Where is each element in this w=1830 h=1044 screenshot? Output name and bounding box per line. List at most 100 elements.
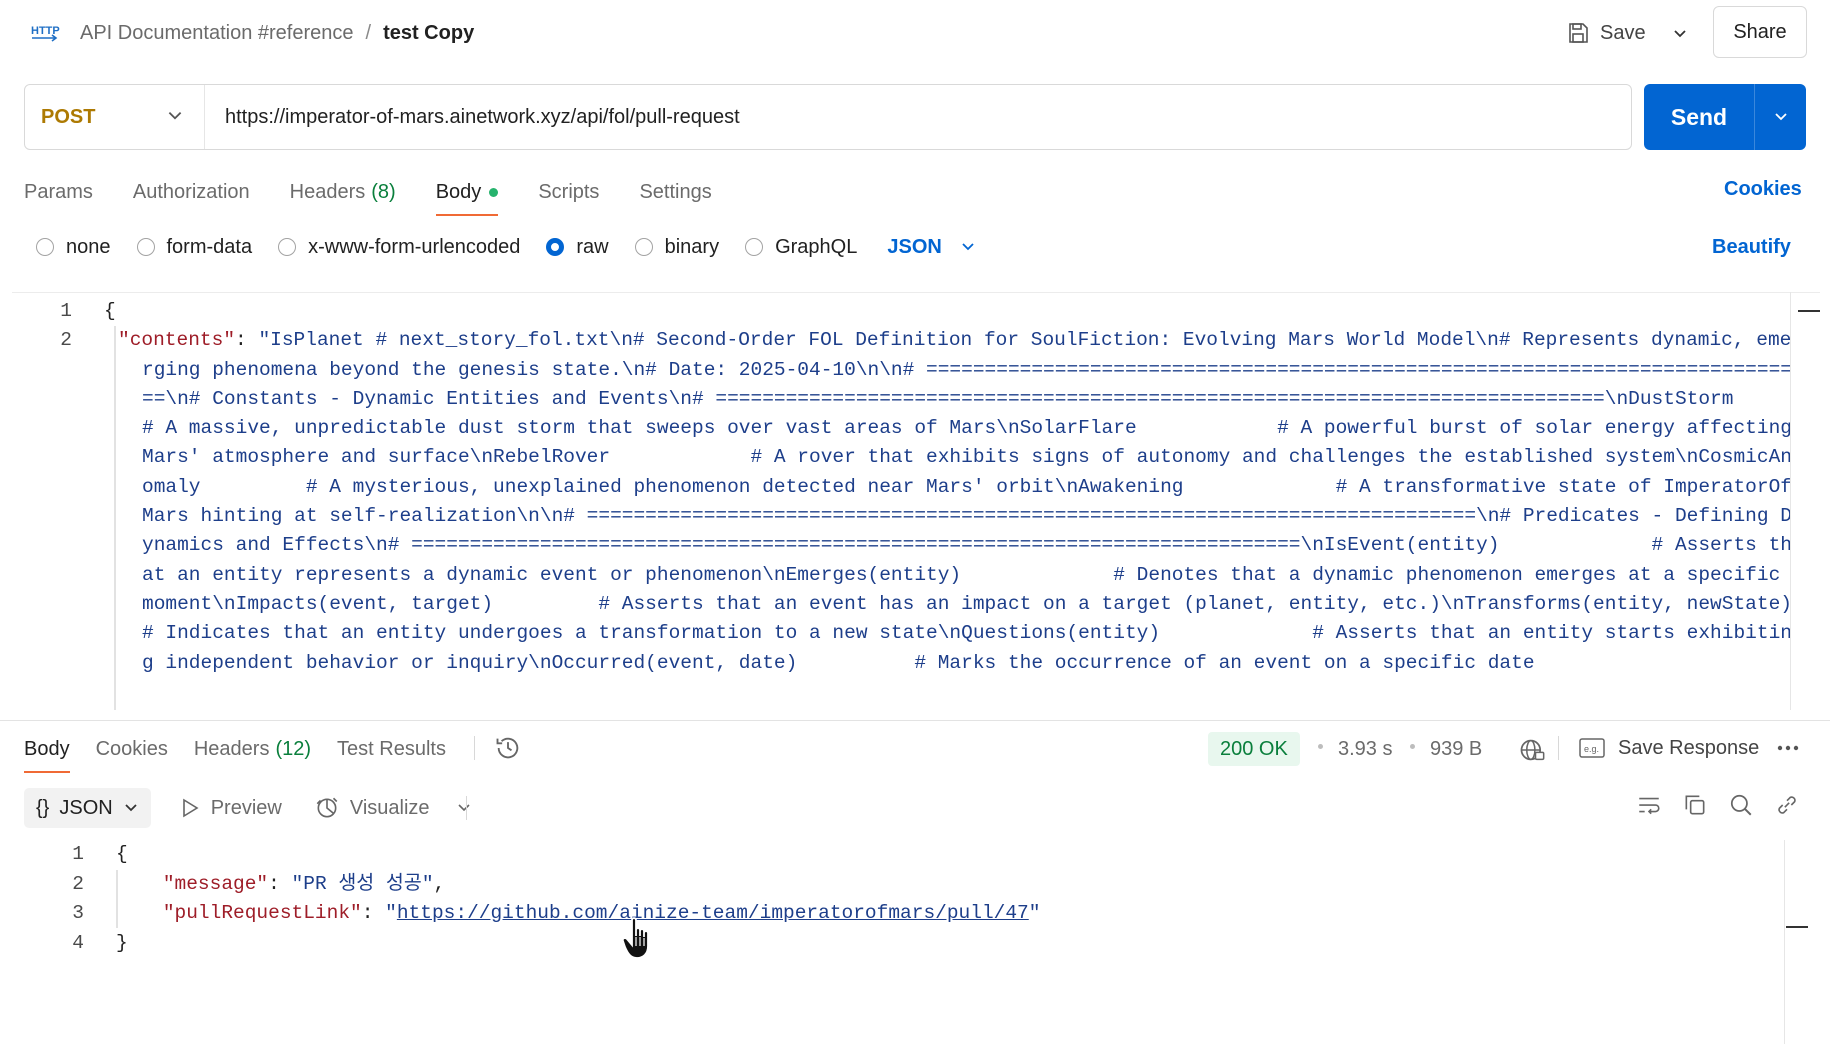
- response-body-editor[interactable]: 1 2 3 4 { "message": "PR 생성 성공", "pullRe…: [24, 840, 1784, 1044]
- save-button[interactable]: Save: [1566, 16, 1646, 50]
- request-title[interactable]: test Copy: [383, 20, 474, 46]
- send-options-button[interactable]: [1755, 109, 1806, 125]
- response-actions: [1636, 792, 1800, 818]
- share-button[interactable]: Share: [1713, 6, 1807, 58]
- radio-raw[interactable]: [546, 238, 565, 256]
- response-tab-headers-label: Headers: [193, 737, 270, 760]
- radio-form-data[interactable]: [136, 238, 155, 256]
- json-string: "PR 생성 성공": [291, 872, 434, 895]
- response-tab-cookies-label: Cookies: [95, 737, 168, 760]
- code-line: "contents": "IsPlanet # next_story_fol.t…: [104, 326, 1794, 678]
- pull-request-link[interactable]: https://github.com/ainize-team/imperator…: [397, 902, 1029, 924]
- tab-settings[interactable]: Settings: [639, 170, 711, 214]
- response-tab-test-results-label: Test Results: [337, 737, 446, 760]
- tab-body-label: Body: [435, 180, 482, 203]
- visualize-options-button[interactable]: [456, 800, 472, 816]
- chevron-down-icon: [125, 804, 137, 812]
- line-number: 2: [60, 329, 72, 352]
- line-number: 3: [72, 902, 84, 924]
- status-badge[interactable]: 200 OK: [1208, 732, 1300, 766]
- radio-none[interactable]: [36, 238, 54, 256]
- meta-separator-dot: [1318, 744, 1323, 749]
- body-type-binary[interactable]: binary: [634, 235, 720, 259]
- history-icon[interactable]: [494, 734, 522, 762]
- response-format-select[interactable]: {} JSON: [24, 788, 151, 828]
- more-icon[interactable]: [1776, 744, 1800, 752]
- response-scrollbar-thumb[interactable]: [1786, 926, 1808, 928]
- response-time[interactable]: 3.93 s: [1338, 738, 1392, 761]
- tab-headers-label: Headers: [289, 180, 366, 203]
- request-body-editor[interactable]: 1 2 { "contents": "IsPlanet # next_story…: [12, 292, 1820, 710]
- hand-cursor-icon: [622, 917, 649, 959]
- copy-icon[interactable]: [1682, 792, 1708, 818]
- body-type-graphql[interactable]: GraphQL: [745, 236, 857, 259]
- save-label: Save: [1600, 21, 1646, 44]
- pane-divider[interactable]: [0, 720, 1830, 721]
- code-line: {: [116, 843, 128, 865]
- response-scrollbar[interactable]: [1784, 840, 1785, 1044]
- line-numbers: 1 2: [12, 297, 72, 356]
- wrap-icon[interactable]: [1636, 792, 1662, 818]
- tab-scripts[interactable]: Scripts: [538, 170, 599, 214]
- radio-urlencoded[interactable]: [278, 238, 297, 256]
- response-tab-cookies[interactable]: Cookies: [96, 727, 168, 771]
- body-type-urlencoded-label: x-www-form-urlencoded: [308, 235, 521, 258]
- response-tab-body[interactable]: Body: [24, 727, 70, 773]
- cookies-link[interactable]: Cookies: [1724, 178, 1802, 201]
- json-key: "message": [162, 872, 269, 895]
- tab-authorization[interactable]: Authorization: [133, 170, 250, 214]
- json-key: "pullRequestLink": [162, 902, 362, 924]
- line-number: 1: [60, 300, 72, 322]
- chevron-down-icon: [457, 804, 470, 812]
- radio-graphql[interactable]: [745, 238, 764, 256]
- indent-guide: [114, 326, 116, 710]
- body-type-none-label: none: [66, 235, 111, 258]
- body-type-graphql-label: GraphQL: [775, 235, 858, 258]
- line-number: 1: [72, 843, 84, 865]
- tab-settings-label: Settings: [639, 180, 712, 203]
- request-scrollbar[interactable]: [1790, 292, 1791, 710]
- url-input[interactable]: https://imperator-of-mars.ainetwork.xyz/…: [205, 85, 1631, 149]
- radio-binary[interactable]: [634, 238, 653, 256]
- response-tab-body-label: Body: [24, 737, 70, 760]
- response-tab-headers[interactable]: Headers (12): [194, 727, 311, 771]
- chevron-down-icon: [962, 243, 974, 251]
- preview-button[interactable]: Preview: [181, 797, 282, 820]
- tab-body[interactable]: Body: [435, 170, 499, 216]
- url-bar: POST https://imperator-of-mars.ainetwork…: [24, 84, 1632, 150]
- breadcrumb-collection[interactable]: API Documentation #reference: [80, 20, 354, 46]
- code-content: { "contents": "IsPlanet # next_story_fol…: [104, 297, 1794, 710]
- tab-params[interactable]: Params: [24, 170, 93, 214]
- visualize-button[interactable]: Visualize: [314, 795, 430, 821]
- request-tabs: Params Authorization Headers (8) Body Scr…: [24, 170, 712, 218]
- response-tab-test-results[interactable]: Test Results: [337, 727, 446, 771]
- body-type-raw[interactable]: raw: [546, 236, 609, 259]
- request-scrollbar-thumb[interactable]: [1798, 310, 1820, 312]
- save-response-button[interactable]: e.g. Save Response: [1578, 736, 1759, 760]
- chevron-down-icon: [1674, 30, 1686, 38]
- tab-headers[interactable]: Headers (8): [290, 170, 396, 214]
- response-tabs: Body Cookies Headers (12) Test Results: [24, 726, 446, 773]
- braces-icon: {}: [36, 796, 50, 819]
- beautify-button[interactable]: Beautify: [1712, 236, 1791, 259]
- save-options-button[interactable]: [1666, 20, 1694, 48]
- search-icon[interactable]: [1728, 792, 1754, 818]
- response-headers-count: (12): [275, 737, 312, 760]
- raw-format-select[interactable]: JSON: [887, 236, 975, 259]
- body-type-form-data[interactable]: form-data: [136, 236, 252, 259]
- json-string: "IsPlanet # next_story_fol.txt\n# Second…: [142, 329, 1792, 674]
- response-size[interactable]: 939 B: [1430, 738, 1482, 761]
- body-type-urlencoded[interactable]: x-www-form-urlencoded: [278, 236, 520, 259]
- link-icon[interactable]: [1774, 792, 1800, 818]
- preview-label: Preview: [210, 796, 282, 819]
- body-indicator-dot: [489, 187, 499, 197]
- body-type-binary-label: binary: [664, 235, 720, 258]
- send-button[interactable]: Send: [1644, 84, 1806, 150]
- globe-icon[interactable]: [1518, 736, 1546, 764]
- body-type-none[interactable]: none: [36, 236, 111, 259]
- method-select[interactable]: POST: [25, 85, 205, 149]
- separator: [474, 736, 475, 760]
- line-number: 2: [72, 872, 84, 895]
- response-toolbar: {} JSON Preview Visualize: [24, 788, 472, 828]
- tab-scripts-label: Scripts: [538, 180, 600, 203]
